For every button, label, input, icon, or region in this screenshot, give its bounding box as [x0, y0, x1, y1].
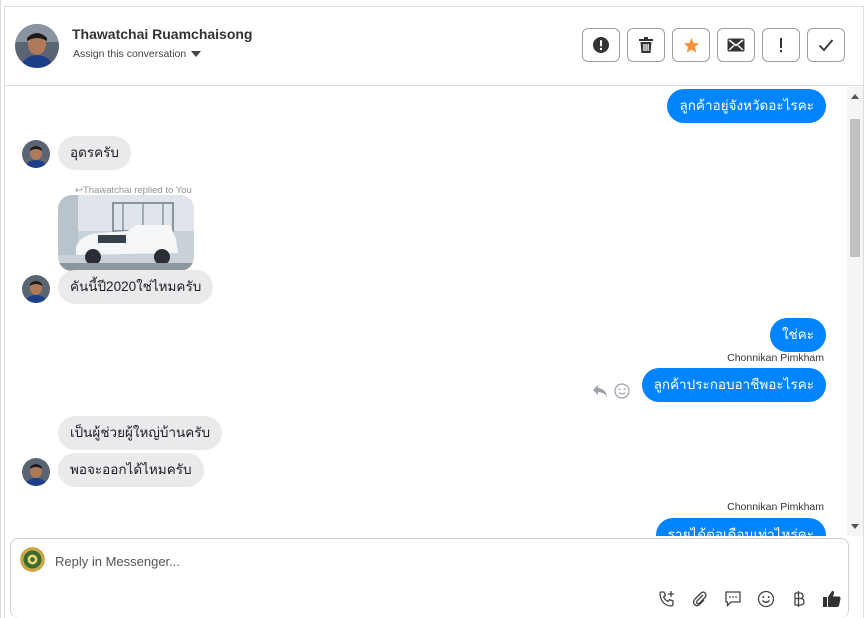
- mark-unread-button[interactable]: [717, 28, 755, 62]
- message-react-icon[interactable]: [614, 383, 630, 399]
- follow-up-button[interactable]: [762, 28, 800, 62]
- message-bubble-incoming[interactable]: เป็นผู้ช่วยผู้ใหญ่บ้านครับ: [58, 416, 223, 450]
- message-bubble-outgoing[interactable]: ลูกค้าประกอบอาชีพอะไรคะ: [641, 368, 826, 402]
- thumbs-up-icon[interactable]: [822, 589, 842, 609]
- reply-input[interactable]: [55, 551, 655, 571]
- shared-photo[interactable]: [58, 195, 194, 271]
- checkmark-icon: [818, 39, 834, 52]
- delete-button[interactable]: [627, 28, 665, 62]
- assign-label: Assign this conversation: [73, 48, 187, 60]
- thread-scrollbar[interactable]: [847, 87, 863, 536]
- composer-toolbar: [657, 589, 842, 609]
- header-actions: [582, 28, 845, 62]
- message-reply-icon[interactable]: [592, 384, 608, 400]
- message-bubble-outgoing[interactable]: ใช่คะ: [769, 318, 826, 352]
- assign-conversation-dropdown[interactable]: Assign this conversation: [73, 48, 202, 60]
- message-bubble-incoming[interactable]: พอจะออกได้ไหมครับ: [58, 453, 204, 487]
- message-thread[interactable]: ลูกค้าอยู่จังหวัดอะไรคะ อุดรครับ ↩Thawat…: [5, 87, 863, 536]
- scroll-up-arrow-icon[interactable]: [851, 94, 859, 99]
- sender-name: Chonnikan Pimkham: [727, 501, 824, 513]
- left-border: [0, 0, 1, 618]
- conversation-header: Thawatchai Ruamchaisong Assign this conv…: [5, 7, 863, 86]
- message-bubble-incoming[interactable]: อุดรครับ: [58, 136, 131, 170]
- paperclip-icon[interactable]: [690, 589, 710, 609]
- caret-down-icon: [191, 51, 202, 57]
- alert-circle-icon: [593, 37, 609, 53]
- star-button[interactable]: [672, 28, 710, 62]
- contact-name[interactable]: Thawatchai Ruamchaisong: [72, 26, 252, 42]
- envelope-icon: [727, 38, 745, 52]
- mark-spam-button[interactable]: [582, 28, 620, 62]
- contact-avatar[interactable]: [15, 24, 59, 68]
- reply-composer: [10, 538, 849, 618]
- contact-avatar-small: [22, 275, 50, 303]
- mark-done-button[interactable]: [807, 28, 845, 62]
- contact-avatar-small: [22, 458, 50, 486]
- scroll-down-arrow-icon[interactable]: [851, 524, 859, 529]
- scrollbar-thumb[interactable]: [850, 119, 860, 257]
- saved-reply-icon[interactable]: [723, 589, 743, 609]
- emoji-icon[interactable]: [756, 589, 776, 609]
- message-bubble-outgoing[interactable]: ลูกค้าอยู่จังหวัดอะไรคะ: [667, 89, 826, 123]
- contact-avatar-small: [22, 140, 50, 168]
- exclamation-icon: [780, 38, 782, 53]
- message-bubble-outgoing[interactable]: รายได้ต่อเดือนเท่าไหร่คะ: [655, 518, 826, 536]
- phone-add-icon[interactable]: [657, 589, 677, 609]
- conversation-panel: Thawatchai Ruamchaisong Assign this conv…: [4, 6, 864, 618]
- star-icon: [683, 37, 699, 52]
- message-bubble-incoming[interactable]: คันนี้ปี2020ใช่ไหมครับ: [58, 270, 214, 304]
- page-avatar: [20, 547, 45, 572]
- sender-name: Chonnikan Pimkham: [727, 352, 824, 364]
- baht-icon[interactable]: [789, 589, 809, 609]
- trash-icon: [639, 37, 653, 53]
